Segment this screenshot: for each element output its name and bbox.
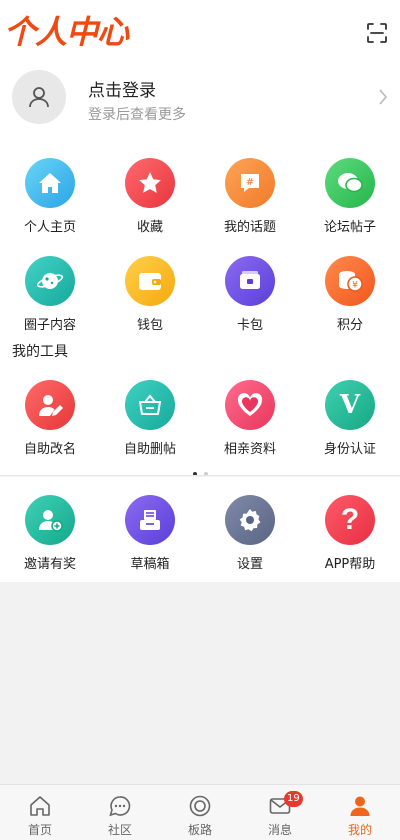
tab-label: 板路: [187, 823, 212, 837]
v-glyph: V: [339, 390, 361, 420]
grid-item-wallet[interactable]: 钱包: [100, 256, 200, 336]
extra-item-label: 草稿箱: [130, 557, 170, 572]
grid-item-circle-content[interactable]: 圈子内容: [0, 256, 100, 336]
star-icon: [125, 158, 175, 208]
home-outline-icon: [30, 796, 50, 816]
planet-icon: [25, 256, 75, 306]
user-icon: [29, 87, 49, 108]
grid-item-label: 我的话题: [223, 220, 276, 235]
invite-user-icon: [25, 495, 75, 545]
tab-label: 首页: [27, 823, 52, 837]
grid-item-label: 卡包: [236, 318, 263, 333]
grid-item-label: 个人主页: [23, 220, 76, 235]
wallet-icon: [125, 256, 175, 306]
extra-item-settings[interactable]: 设置: [200, 495, 300, 575]
bottom-tab-bar: 首页 社区 板路 19 消息 我的: [0, 784, 400, 840]
basket-icon: [125, 380, 175, 430]
card-pack-icon: [225, 256, 275, 306]
tab-label: 消息: [267, 823, 292, 837]
extra-item-app-help[interactable]: ? APP帮助: [300, 495, 400, 575]
tool-item-identity-verify[interactable]: V 身份认证: [300, 380, 400, 460]
yen-glyph: ¥: [352, 281, 358, 291]
extra-item-label: APP帮助: [324, 557, 376, 572]
grid-item-label: 论坛帖子: [323, 220, 376, 235]
grid-item-card-pack[interactable]: 卡包: [200, 256, 300, 336]
question-glyph: ?: [340, 503, 360, 536]
login-card[interactable]: 点击登录 登录后查看更多: [0, 62, 400, 140]
coins-icon: ¥: [325, 256, 375, 306]
tool-item-label: 相亲资料: [223, 442, 276, 457]
tool-item-dating-profile[interactable]: 相亲资料: [200, 380, 300, 460]
extra-item-invite[interactable]: 邀请有奖: [0, 495, 100, 575]
tools-section-title: 我的工具: [12, 344, 68, 360]
tab-banlu[interactable]: 板路: [160, 785, 240, 840]
divider: [0, 475, 400, 476]
scan-icon[interactable]: [366, 22, 388, 44]
page-title: 个人中心: [4, 13, 129, 51]
login-subtitle: 登录后查看更多: [88, 107, 186, 123]
top-bar: 个人中心: [0, 0, 400, 62]
grid-item-label: 收藏: [136, 220, 163, 235]
chat-bubbles-icon: [325, 158, 375, 208]
question-icon: ?: [325, 495, 375, 545]
grid-item-forum-posts[interactable]: 论坛帖子: [300, 158, 400, 238]
grid-item-points[interactable]: ¥ 积分: [300, 256, 400, 336]
grid-item-homepage[interactable]: 个人主页: [0, 158, 100, 238]
grid-item-label: 圈子内容: [23, 318, 76, 333]
user-edit-icon: [25, 380, 75, 430]
drafts-box-icon: [125, 495, 175, 545]
home-icon: [25, 158, 75, 208]
tab-label: 我的: [347, 823, 372, 837]
heart-icon: [225, 380, 275, 430]
verified-v-icon: V: [325, 380, 375, 430]
chevron-right-icon[interactable]: [378, 88, 388, 106]
grid-item-my-topics[interactable]: # 我的话题: [200, 158, 300, 238]
tool-item-label: 身份认证: [323, 442, 376, 457]
extra-item-drafts[interactable]: 草稿箱: [100, 495, 200, 575]
tab-label: 社区: [107, 823, 132, 837]
avatar[interactable]: [12, 70, 66, 124]
extras-panel: 邀请有奖 草稿箱 设置 ? APP帮助: [0, 477, 400, 582]
tab-messages[interactable]: 19 消息: [240, 785, 320, 840]
extra-item-label: 设置: [236, 557, 263, 572]
hash-glyph: #: [246, 177, 254, 188]
grid-item-label: 积分: [336, 318, 363, 333]
unread-badge: 19: [284, 791, 303, 807]
topic-icon: #: [225, 158, 275, 208]
tab-community[interactable]: 社区: [80, 785, 160, 840]
tab-mine[interactable]: 我的: [320, 785, 400, 840]
grid-item-label: 钱包: [136, 318, 163, 333]
target-circle-icon: [189, 795, 211, 817]
features-panel: 个人主页 收藏 # 我的话题 论坛帖子 圈子内容 钱包 卡包 ¥ 积分 我的工具…: [0, 140, 400, 476]
tool-item-label: 自助删帖: [123, 442, 176, 457]
extra-item-label: 邀请有奖: [23, 557, 76, 572]
user-filled-icon: [350, 796, 370, 816]
tab-home[interactable]: 首页: [0, 785, 80, 840]
grid-item-favorites[interactable]: 收藏: [100, 158, 200, 238]
tool-item-rename[interactable]: 自助改名: [0, 380, 100, 460]
tool-item-label: 自助改名: [23, 442, 76, 457]
tool-item-delete-post[interactable]: 自助删帖: [100, 380, 200, 460]
login-title[interactable]: 点击登录: [88, 76, 156, 101]
chat-bubble-icon: [109, 796, 131, 817]
gear-icon: [225, 495, 275, 545]
